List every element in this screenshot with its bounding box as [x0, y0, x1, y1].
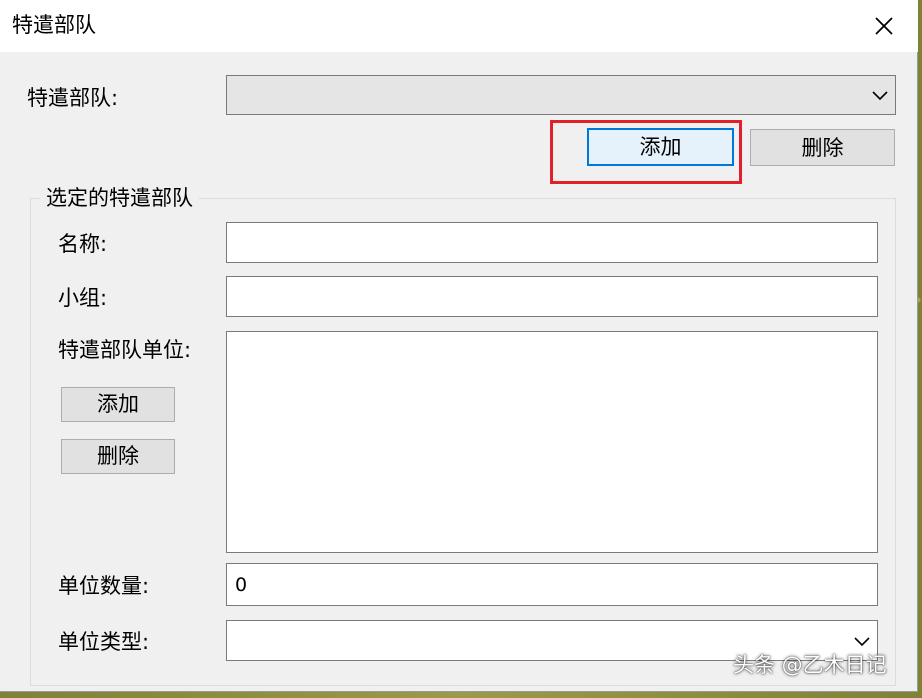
chevron-down-icon — [872, 91, 888, 101]
task-force-units-label: 特遣部队单位: — [58, 338, 192, 362]
delete-unit-button[interactable]: 删除 — [61, 439, 175, 474]
unit-count-label: 单位数量: — [58, 574, 150, 598]
name-label: 名称: — [58, 232, 108, 256]
window-title: 特遣部队 — [12, 13, 96, 37]
close-icon[interactable] — [866, 8, 902, 44]
delete-task-force-button[interactable]: 删除 — [750, 129, 895, 166]
team-input[interactable] — [226, 276, 878, 317]
unit-count-input[interactable] — [226, 563, 878, 606]
task-force-combobox[interactable] — [226, 75, 896, 115]
team-label: 小组: — [58, 286, 108, 310]
highlight-annotation — [550, 120, 742, 184]
watermark: 头条 @乙木日记 — [733, 653, 887, 677]
task-force-label: 特遣部队: — [27, 86, 119, 110]
task-force-dialog: 特遣部队 特遣部队: 添加 删除 选定的特遣部队 名称: 小组: 特遣部队单位:… — [0, 0, 918, 692]
chevron-down-icon — [854, 636, 870, 646]
group-title: 选定的特遣部队 — [40, 184, 199, 212]
task-force-units-list[interactable] — [226, 331, 878, 553]
title-bar: 特遣部队 — [0, 0, 918, 52]
unit-type-label: 单位类型: — [58, 630, 150, 654]
name-input[interactable] — [226, 222, 878, 263]
add-unit-button[interactable]: 添加 — [61, 387, 175, 422]
